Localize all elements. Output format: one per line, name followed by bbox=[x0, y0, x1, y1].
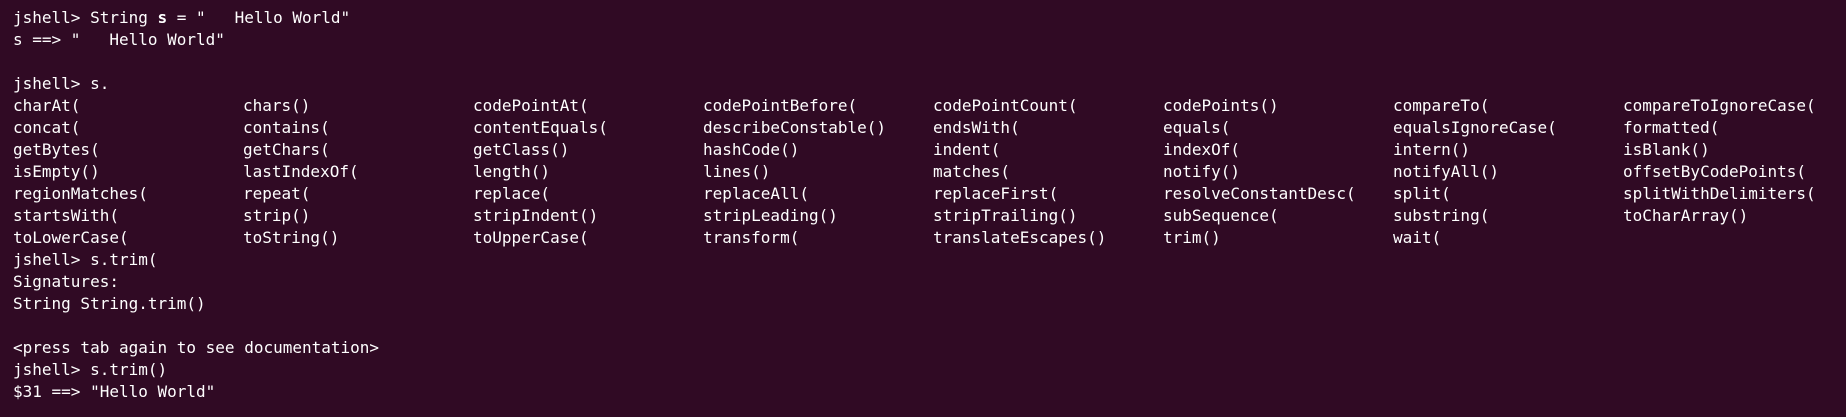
output-line: $31 ==> "Hello World" bbox=[13, 382, 216, 401]
completion-item: equalsIgnoreCase( bbox=[1393, 118, 1557, 137]
completion-item: toUpperCase( bbox=[473, 228, 589, 247]
completion-item: stripIndent() bbox=[473, 206, 599, 225]
terminal-output-bottom: jshell> s.trim(Signatures: String String.… bbox=[13, 249, 1846, 403]
completion-item: indexOf( bbox=[1163, 140, 1241, 159]
completion-item: stripLeading() bbox=[703, 206, 838, 225]
command-text: = " Hello World" bbox=[167, 8, 351, 27]
output-line: <press tab again to see documentation> bbox=[13, 338, 380, 357]
completion-item: equals( bbox=[1163, 118, 1231, 137]
completion-row: getBytes( getChars( getClass() hashCode() in… bbox=[13, 139, 1846, 161]
completion-item: formatted( bbox=[1623, 118, 1720, 137]
output-line: Signatures: bbox=[13, 272, 119, 291]
completion-item: isEmpty() bbox=[13, 162, 100, 181]
completion-item: codePointCount( bbox=[933, 96, 1078, 115]
completion-item: replaceFirst( bbox=[933, 184, 1059, 203]
completion-list: charAt( chars() codePointAt( codePointBefor… bbox=[13, 95, 1846, 249]
terminal-window[interactable]: jshell> String s = " Hello World" s ==> "… bbox=[0, 0, 1846, 417]
completion-item: stripTrailing() bbox=[933, 206, 1078, 225]
completion-item: transform( bbox=[703, 228, 800, 247]
completion-item: startsWith( bbox=[13, 206, 119, 225]
completion-item: contentEquals( bbox=[473, 118, 608, 137]
prompt-line: jshell> String s = " Hello World" bbox=[13, 7, 1846, 29]
prompt-line: jshell> s. bbox=[13, 73, 1846, 95]
completion-item: replace( bbox=[473, 184, 551, 203]
completion-item: indent( bbox=[933, 140, 1001, 159]
completion-item: concat( bbox=[13, 118, 81, 137]
completion-item: codePoints() bbox=[1163, 96, 1279, 115]
completion-item: wait( bbox=[1393, 228, 1442, 247]
completion-item: getChars( bbox=[243, 140, 330, 159]
terminal-output-top: jshell> String s = " Hello World" s ==> "… bbox=[13, 7, 1846, 95]
completion-row: startsWith( strip() stripIndent() stripLead… bbox=[13, 205, 1846, 227]
completion-row: isEmpty() lastIndexOf( length() lines() matc… bbox=[13, 161, 1846, 183]
completion-item: compareTo( bbox=[1393, 96, 1490, 115]
completion-item: toString() bbox=[243, 228, 340, 247]
completion-item bbox=[1623, 227, 1846, 249]
completion-item: getBytes( bbox=[13, 140, 100, 159]
completion-row: charAt( chars() codePointAt( codePointBefor… bbox=[13, 95, 1846, 117]
prompt-line: jshell> s.trim() bbox=[13, 359, 1846, 381]
completion-item: resolveConstantDesc( bbox=[1163, 184, 1356, 203]
completion-item: lastIndexOf( bbox=[243, 162, 359, 181]
completion-item: isBlank() bbox=[1623, 140, 1710, 159]
completion-item: trim() bbox=[1163, 228, 1221, 247]
completion-item: getClass() bbox=[473, 140, 570, 159]
completion-item: split( bbox=[1393, 184, 1451, 203]
completion-item: notify() bbox=[1163, 162, 1241, 181]
completion-item: chars() bbox=[243, 96, 311, 115]
command-text: s.trim() bbox=[80, 360, 168, 379]
command-variable-name: s bbox=[157, 8, 168, 27]
output-line: s ==> " Hello World" bbox=[13, 30, 225, 49]
completion-item: charAt( bbox=[13, 96, 81, 115]
shell-prompt: jshell> bbox=[13, 360, 81, 379]
shell-prompt: jshell> bbox=[13, 8, 81, 27]
completion-item: strip() bbox=[243, 206, 311, 225]
command-text: s. bbox=[80, 74, 110, 93]
completion-item: notifyAll() bbox=[1393, 162, 1499, 181]
completion-item: subSequence( bbox=[1163, 206, 1279, 225]
completion-item: codePointBefore( bbox=[703, 96, 858, 115]
completion-row: toLowerCase( toString() toUpperCase( transf… bbox=[13, 227, 1846, 249]
completion-item: codePointAt( bbox=[473, 96, 589, 115]
completion-item: substring( bbox=[1393, 206, 1490, 225]
output-line: String String.trim() bbox=[13, 294, 206, 313]
command-text: String bbox=[80, 8, 158, 27]
completion-item: regionMatches( bbox=[13, 184, 148, 203]
completion-item: replaceAll( bbox=[703, 184, 809, 203]
completion-item: lines() bbox=[703, 162, 771, 181]
completion-row: regionMatches( repeat( replace( replaceAll(… bbox=[13, 183, 1846, 205]
completion-item: compareToIgnoreCase( bbox=[1623, 96, 1816, 115]
prompt-line: jshell> s.trim( bbox=[13, 249, 1846, 271]
completion-item: toLowerCase( bbox=[13, 228, 129, 247]
completion-item: length() bbox=[473, 162, 551, 181]
completion-item: endsWith( bbox=[933, 118, 1020, 137]
completion-item: hashCode() bbox=[703, 140, 800, 159]
shell-prompt: jshell> bbox=[13, 74, 81, 93]
completion-item: describeConstable() bbox=[703, 118, 887, 137]
completion-item: contains( bbox=[243, 118, 330, 137]
completion-item: intern() bbox=[1393, 140, 1471, 159]
completion-item: toCharArray() bbox=[1623, 206, 1749, 225]
completion-item: offsetByCodePoints( bbox=[1623, 162, 1807, 181]
completion-item: splitWithDelimiters( bbox=[1623, 184, 1816, 203]
command-text: s.trim( bbox=[80, 250, 158, 269]
completion-item: repeat( bbox=[243, 184, 311, 203]
shell-prompt: jshell> bbox=[13, 250, 81, 269]
completion-item: translateEscapes() bbox=[933, 228, 1107, 247]
completion-item: matches( bbox=[933, 162, 1011, 181]
completion-row: concat( contains( contentEquals( describeCo… bbox=[13, 117, 1846, 139]
